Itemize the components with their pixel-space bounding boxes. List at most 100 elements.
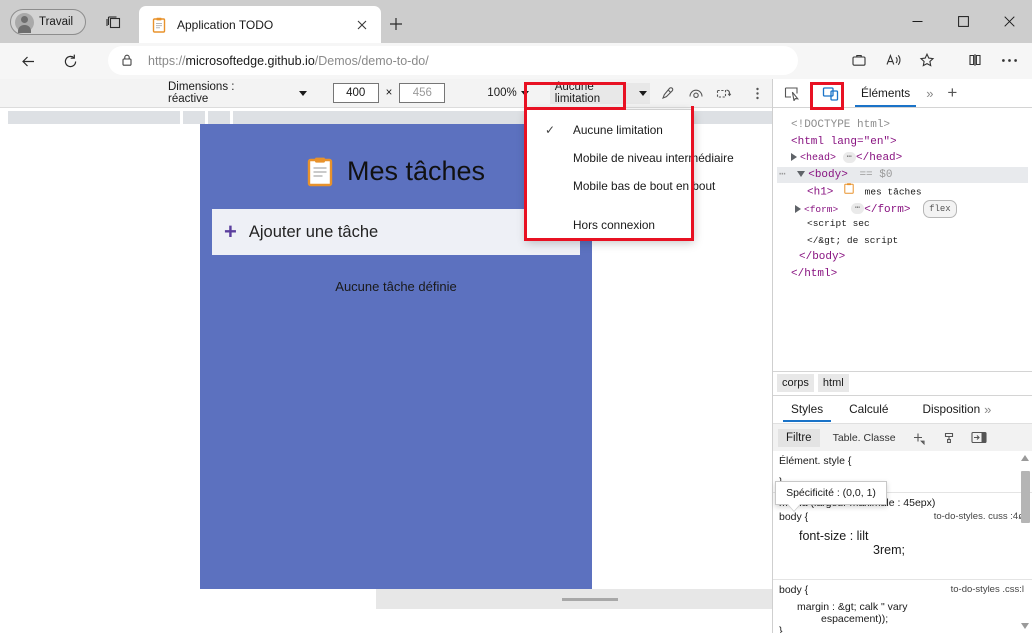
screenshot-icon[interactable] bbox=[710, 80, 738, 106]
add-task-input[interactable]: + Ajouter une tâche bbox=[212, 209, 580, 255]
breadcrumb[interactable]: corps html bbox=[773, 371, 1032, 394]
plus-icon[interactable] bbox=[906, 427, 932, 449]
styles-scrollbar[interactable] bbox=[1021, 453, 1030, 631]
clipboard-favicon bbox=[151, 17, 167, 33]
back-button[interactable] bbox=[14, 48, 42, 75]
styles-toolbar: Filtre Table. Classe bbox=[773, 423, 1032, 451]
breadcrumb-item-body[interactable]: corps bbox=[777, 374, 814, 392]
panel-icon[interactable] bbox=[966, 427, 992, 449]
rule-declaration[interactable]: font-size : lilt bbox=[779, 529, 1026, 543]
favorite-star-icon[interactable] bbox=[910, 44, 944, 76]
brush-icon[interactable] bbox=[936, 427, 962, 449]
tab-computed[interactable]: Calculé bbox=[841, 396, 896, 422]
page-title: Mes tâches bbox=[346, 156, 486, 186]
close-window-button[interactable] bbox=[986, 0, 1032, 43]
styles-filter-input[interactable]: Filtre bbox=[778, 428, 820, 447]
dom-line-doctype: <!DOCTYPE html> bbox=[791, 119, 891, 131]
add-panel-button[interactable]: + bbox=[947, 83, 957, 103]
rule-source[interactable]: to-do-styles .css:l bbox=[951, 584, 1024, 595]
omnibox[interactable]: https://microsoftedge.github.io/Demos/de… bbox=[108, 46, 798, 75]
profile-button[interactable]: Travail bbox=[10, 9, 86, 35]
dom-line-html-close: </html> bbox=[791, 267, 838, 280]
style-rule-media[interactable]: média (largeur maximale : 45epx) body { … bbox=[773, 493, 1032, 580]
more-options-icon[interactable] bbox=[744, 80, 772, 106]
minimize-button[interactable] bbox=[894, 0, 940, 43]
read-aloud-icon[interactable] bbox=[876, 44, 910, 76]
url-text: https://microsoftedge.github.io/Demos/de… bbox=[148, 53, 429, 68]
viewport-resize-handle-bottom[interactable] bbox=[376, 589, 772, 609]
menu-item-label: Hors connexion bbox=[573, 218, 655, 232]
zoom-label[interactable]: 100% bbox=[487, 87, 516, 99]
chevron-down-icon bbox=[638, 90, 647, 96]
settings-more-icon[interactable] bbox=[992, 44, 1026, 76]
maximize-button[interactable] bbox=[940, 0, 986, 43]
menu-item-offline[interactable]: Hors connexion bbox=[527, 211, 693, 239]
menu-item-low-end-mobile[interactable]: Mobile bas de bout en bout bbox=[527, 172, 715, 200]
class-toggle-button[interactable]: Table. Classe bbox=[833, 432, 896, 444]
vertical-ruler bbox=[0, 124, 8, 633]
clipboard-icon bbox=[844, 183, 854, 201]
new-tab-button[interactable] bbox=[383, 11, 409, 37]
dom-line-head[interactable]: <head> ⋯ </head> bbox=[777, 150, 1028, 167]
specificity-tooltip: Spécificité : (0,0, 1) bbox=[775, 481, 887, 505]
breadcrumb-item-html[interactable]: html bbox=[817, 374, 849, 392]
chevron-double-right-icon[interactable]: » bbox=[984, 402, 991, 417]
devtools-panel: Éléments » + <!DOCTYPE html> <html lang=… bbox=[772, 79, 1032, 633]
width-input[interactable]: 400 bbox=[332, 83, 379, 103]
menu-item-no-throttling[interactable]: ✓ Aucune limitation bbox=[527, 116, 693, 144]
tab-elements[interactable]: Éléments bbox=[855, 79, 917, 107]
menu-item-label: Aucune limitation bbox=[573, 123, 663, 137]
dom-line-body-open[interactable]: ⋯ <body> == $0 bbox=[777, 166, 1028, 183]
dimensions-dropdown-caret[interactable] bbox=[298, 90, 307, 96]
device-emulation-icon[interactable] bbox=[815, 80, 845, 106]
throttle-menu[interactable]: ✓ Aucune limitation Mobile de niveau int… bbox=[526, 109, 734, 240]
chevron-double-right-icon[interactable]: » bbox=[926, 86, 933, 101]
menu-item-label: Mobile de niveau intermédiaire bbox=[573, 151, 734, 165]
eyedropper-icon[interactable] bbox=[654, 80, 682, 106]
rule-source[interactable]: to-do-styles. cuss :4ø bbox=[934, 511, 1024, 522]
tab-styles[interactable]: Styles bbox=[783, 396, 832, 422]
profile-label: Travail bbox=[39, 16, 74, 28]
menu-item-mid-tier-mobile[interactable]: Mobile de niveau intermédiaire bbox=[527, 144, 734, 172]
add-task-placeholder: Ajouter une tâche bbox=[248, 222, 379, 241]
scroll-up-icon[interactable] bbox=[1021, 455, 1029, 461]
empty-state-message: Aucune tâche définie bbox=[335, 279, 457, 294]
split-screen-icon[interactable] bbox=[958, 44, 992, 76]
tab-title: Application TODO bbox=[177, 17, 274, 32]
browser-tab[interactable]: Application TODO bbox=[139, 6, 381, 43]
address-bar-actions bbox=[842, 44, 1026, 76]
dom-line-form[interactable]: <form> ⋯ </form> flex bbox=[777, 199, 1028, 218]
avatar bbox=[15, 12, 34, 33]
dom-line-body-close: </body> bbox=[799, 251, 846, 263]
dimensions-label: Dimensions : réactive bbox=[168, 81, 235, 105]
style-rule-body-todo[interactable]: body { to-do-styles .css:l margin : &gt;… bbox=[773, 580, 1032, 633]
dom-line-html-open[interactable]: <html lang="en"> bbox=[777, 134, 1028, 151]
rotate-icon[interactable] bbox=[682, 80, 710, 106]
rule-close-brace: } bbox=[779, 625, 783, 633]
dom-tree[interactable]: <!DOCTYPE html> <html lang="en"> <head> … bbox=[773, 109, 1032, 369]
scroll-down-icon[interactable] bbox=[1021, 623, 1029, 629]
collections-icon[interactable] bbox=[98, 10, 128, 34]
zoom-dropdown-caret[interactable] bbox=[520, 90, 529, 96]
throttle-dropdown[interactable]: Aucune limitation bbox=[549, 81, 650, 105]
inspect-element-icon[interactable] bbox=[777, 80, 807, 106]
row-menu-icon[interactable]: ⋯ bbox=[779, 169, 787, 181]
device-emulation-toolbar: Dimensions : réactive 400 × 456 100% Auc… bbox=[0, 79, 772, 108]
briefcase-icon[interactable] bbox=[842, 44, 876, 76]
dom-line-h1[interactable]: <h1> mes tâches bbox=[777, 183, 1028, 200]
styles-tab-bar: Styles Calculé Disposition » bbox=[773, 395, 1032, 422]
styles-rules-list[interactable]: Élément. style { } média (largeur maxima… bbox=[773, 451, 1032, 633]
tab-layout[interactable]: Disposition bbox=[914, 396, 988, 422]
dom-line-script[interactable]: <script sec bbox=[777, 216, 1028, 233]
rule-declaration[interactable]: margin : &gt; calk " vary bbox=[779, 601, 1026, 613]
close-icon[interactable] bbox=[351, 14, 373, 36]
throttle-label: Aucune limitation bbox=[554, 81, 601, 105]
height-input[interactable]: 456 bbox=[399, 83, 446, 103]
size-separator: × bbox=[385, 87, 393, 99]
rule-declaration[interactable]: 3rem; bbox=[853, 543, 1026, 557]
dom-line-script-close[interactable]: </&gt; de script bbox=[777, 233, 1028, 250]
rule-selector: Élément. style { bbox=[779, 455, 852, 467]
scrollbar-thumb[interactable] bbox=[1021, 471, 1030, 523]
reload-button[interactable] bbox=[56, 48, 84, 75]
rule-declaration[interactable]: espacement)); bbox=[779, 613, 1026, 625]
